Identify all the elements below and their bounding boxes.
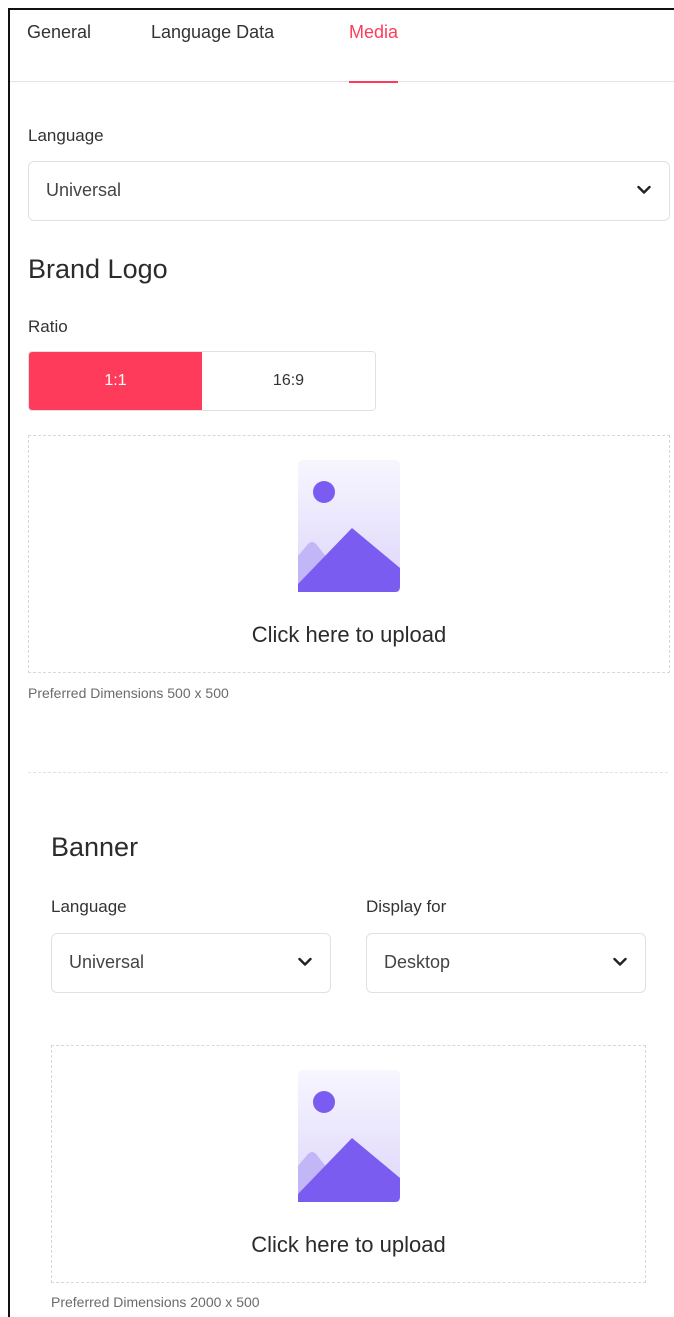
tab-bar: General Language Data Media	[10, 10, 674, 83]
brand-logo-dimensions-hint: Preferred Dimensions 500 x 500	[28, 685, 229, 701]
banner-language-value: Universal	[69, 952, 145, 972]
banner-upload-zone[interactable]: Click here to upload	[51, 1045, 646, 1283]
chevron-down-icon	[637, 185, 651, 194]
banner-title: Banner	[51, 832, 139, 862]
ratio-toggle: 1:1 16:9	[28, 351, 376, 411]
brand-logo-title: Brand Logo	[28, 254, 168, 284]
tab-language-data[interactable]: Language Data	[151, 22, 274, 82]
chevron-down-icon	[613, 957, 627, 966]
brand-logo-upload-zone[interactable]: Click here to upload	[28, 435, 670, 673]
ratio-option-1-1[interactable]: 1:1	[29, 352, 202, 410]
display-for-select[interactable]: Desktop	[366, 933, 646, 993]
banner-dimensions-hint: Preferred Dimensions 2000 x 500	[51, 1294, 260, 1310]
brand-logo-upload-text: Click here to upload	[251, 622, 447, 647]
image-placeholder-icon	[297, 1070, 400, 1202]
display-for-value: Desktop	[384, 952, 451, 972]
banner-language-select[interactable]: Universal	[51, 933, 331, 993]
language-label: Language	[28, 126, 104, 145]
image-placeholder-icon	[298, 460, 400, 592]
banner-language-label: Language	[51, 897, 127, 916]
language-select-value: Universal	[46, 180, 122, 200]
display-for-label: Display for	[366, 897, 447, 916]
section-divider	[28, 772, 668, 773]
ratio-label: Ratio	[28, 317, 68, 336]
media-panel: General Language Data Media Language Uni…	[8, 8, 674, 1317]
banner-upload-text: Click here to upload	[251, 1232, 446, 1257]
tab-media[interactable]: Media	[349, 22, 399, 83]
language-select[interactable]: Universal	[28, 161, 670, 221]
chevron-down-icon	[298, 957, 312, 966]
tab-general[interactable]: General	[27, 22, 91, 82]
ratio-option-16-9[interactable]: 16:9	[202, 352, 375, 410]
